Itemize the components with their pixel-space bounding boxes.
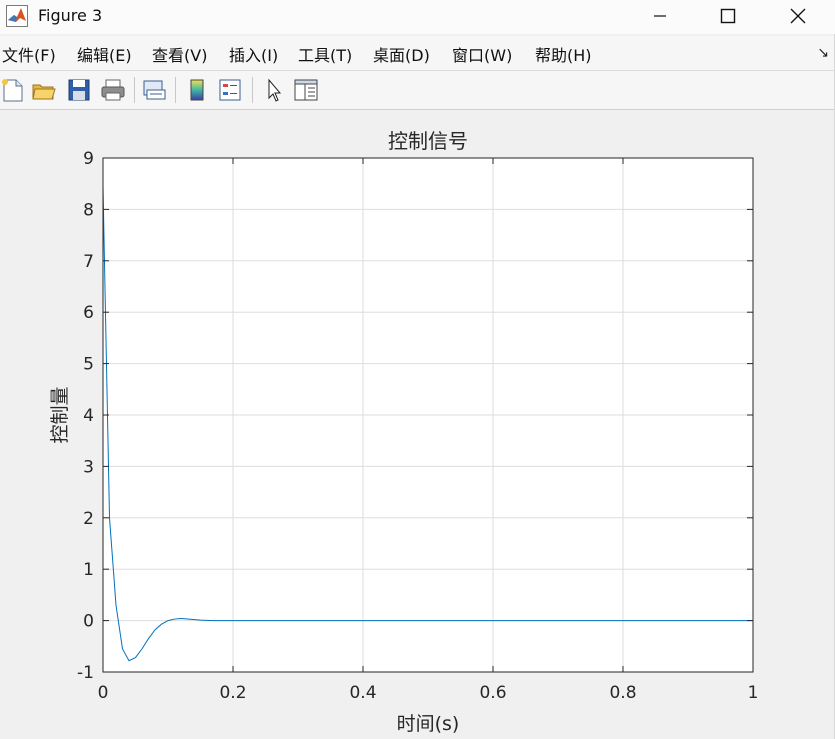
x-tick-label: 0.6 xyxy=(479,683,506,703)
y-tick-label: 3 xyxy=(83,457,94,477)
y-tick-label: 9 xyxy=(83,149,94,169)
menu-window[interactable]: 窗口(W) xyxy=(452,42,512,66)
y-axis-label: 控制量 xyxy=(49,386,71,443)
new-figure-icon[interactable] xyxy=(0,77,26,103)
figure-toolbar xyxy=(0,71,835,110)
save-icon[interactable] xyxy=(66,77,92,103)
matlab-logo-icon xyxy=(6,5,28,27)
x-tick-label: 0 xyxy=(98,683,109,703)
x-tick-label: 0.4 xyxy=(349,683,376,703)
y-tick-label: 4 xyxy=(83,406,94,426)
dock-arrow-icon[interactable]: ↘ xyxy=(817,45,829,61)
close-button[interactable] xyxy=(766,0,830,32)
insert-colorbar-icon[interactable] xyxy=(184,77,210,103)
y-tick-label: 7 xyxy=(83,252,94,272)
minimize-icon xyxy=(654,15,666,17)
edit-plot-icon[interactable] xyxy=(261,77,287,103)
x-tick-labels: 0 0.2 0.4 0.6 0.8 1 xyxy=(98,683,759,703)
maximize-button[interactable] xyxy=(696,0,760,32)
window-titlebar: Figure 3 xyxy=(0,0,835,34)
property-inspector-icon[interactable] xyxy=(293,77,319,103)
menu-tools[interactable]: 工具(T) xyxy=(298,42,352,66)
x-tick-label: 0.2 xyxy=(219,683,246,703)
insert-legend-icon[interactable] xyxy=(217,77,243,103)
menu-file[interactable]: 文件(F) xyxy=(2,42,56,66)
menu-insert[interactable]: 插入(I) xyxy=(229,42,278,66)
toolbar-separator xyxy=(252,77,253,103)
chart-title: 控制信号 xyxy=(388,129,468,153)
y-tick-label: 6 xyxy=(83,303,94,323)
menu-desktop[interactable]: 桌面(D) xyxy=(373,42,430,66)
y-tick-labels: -1 0 1 2 3 4 5 6 7 8 9 xyxy=(77,149,94,683)
y-tick-label: 0 xyxy=(83,612,94,632)
y-tick-label: 8 xyxy=(83,200,94,220)
menu-edit[interactable]: 编辑(E) xyxy=(77,42,132,66)
x-tick-label: 0.8 xyxy=(609,683,636,703)
maximize-icon xyxy=(720,8,736,24)
open-file-icon[interactable] xyxy=(31,77,57,103)
close-icon xyxy=(790,8,806,24)
menu-view[interactable]: 查看(V) xyxy=(152,42,207,66)
menu-help[interactable]: 帮助(H) xyxy=(535,42,592,66)
link-plot-icon[interactable] xyxy=(141,77,167,103)
x-tick-label: 1 xyxy=(748,683,759,703)
minimize-button[interactable] xyxy=(628,0,692,32)
menu-bar: 文件(F) 编辑(E) 查看(V) 插入(I) 工具(T) 桌面(D) 窗口(W… xyxy=(0,36,835,71)
y-tick-label: 5 xyxy=(83,355,94,375)
y-tick-label: 1 xyxy=(83,560,94,580)
toolbar-separator xyxy=(175,77,176,103)
x-axis-label: 时间(s) xyxy=(397,713,460,735)
toolbar-separator xyxy=(134,77,135,103)
y-tick-label: -1 xyxy=(77,663,94,683)
y-tick-label: 2 xyxy=(83,509,94,529)
window-title: Figure 3 xyxy=(38,6,103,25)
line-chart: 0 0.2 0.4 0.6 0.8 1 -10123456789 控制信号 时间(s) 控… xyxy=(49,129,759,735)
print-icon[interactable] xyxy=(100,77,126,103)
